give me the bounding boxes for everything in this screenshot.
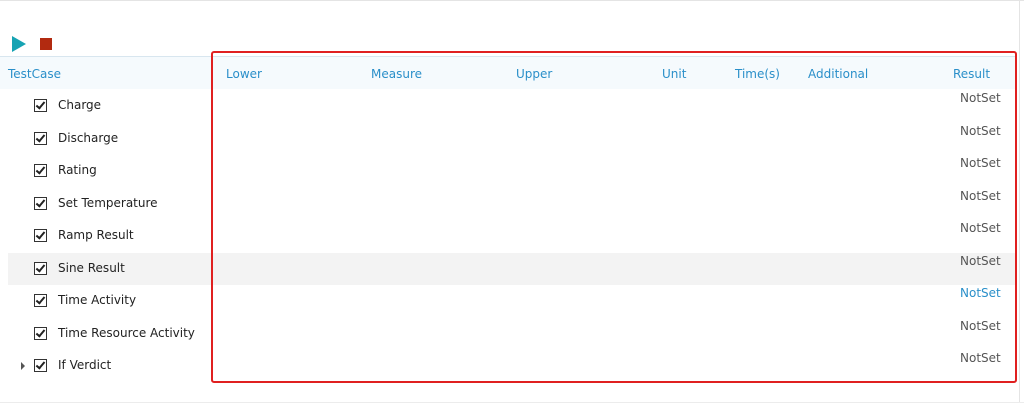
testcase-label: Rating	[58, 163, 97, 177]
column-header-unit[interactable]: Unit	[662, 67, 686, 81]
testcase-label: Discharge	[58, 130, 119, 145]
checkmark-icon	[35, 359, 46, 370]
result-cell: NotSet	[960, 91, 1001, 105]
tree-row[interactable]: Sine Result	[0, 252, 210, 284]
testcase-checkbox[interactable]	[34, 294, 47, 307]
checkmark-icon	[35, 99, 46, 110]
checkmark-icon	[35, 294, 46, 305]
checkmark-icon	[35, 229, 46, 240]
tree-row[interactable]: Time Activity	[0, 284, 210, 316]
checkmark-icon	[35, 326, 46, 338]
testcase-checkbox[interactable]	[34, 164, 47, 177]
column-header-lower[interactable]: Lower	[226, 67, 262, 81]
right-border	[1019, 0, 1020, 403]
result-cell[interactable]: NotSet	[960, 286, 1001, 300]
tree-row[interactable]: If Verdict	[0, 349, 210, 381]
testcase-checkbox[interactable]	[34, 359, 47, 372]
top-border	[0, 0, 1024, 1]
result-cell: NotSet	[960, 221, 1001, 235]
expand-arrow-icon[interactable]	[21, 362, 25, 370]
testcase-checkbox[interactable]	[34, 229, 47, 242]
checkmark-icon	[35, 261, 46, 273]
tree-row[interactable]: Rating	[0, 154, 210, 186]
testcase-label: Ramp Result	[58, 228, 134, 242]
testcase-checkbox[interactable]	[34, 261, 47, 275]
column-header-measure[interactable]: Measure	[371, 67, 422, 81]
testcase-label: Time Activity	[58, 293, 137, 307]
testcase-label: If Verdict	[58, 358, 112, 372]
column-header-result[interactable]: Result	[953, 67, 990, 81]
tree-row[interactable]: Ramp Result	[0, 219, 210, 251]
play-icon[interactable]	[12, 36, 26, 52]
testcase-checkbox[interactable]	[34, 99, 47, 112]
column-header-testcase[interactable]: TestCase	[8, 67, 61, 81]
result-cell: NotSet	[960, 156, 1001, 170]
testcase-label: Set Temperature	[58, 195, 158, 210]
result-cell: NotSet	[960, 123, 1001, 138]
column-header-additional[interactable]: Additional	[808, 67, 868, 81]
result-cell: NotSet	[960, 188, 1001, 203]
tree-row[interactable]: Set Temperature	[0, 187, 210, 219]
testcase-checkbox[interactable]	[34, 326, 47, 340]
tree-row[interactable]: Charge	[0, 89, 210, 121]
testcase-label: Time Resource Activity	[58, 325, 195, 340]
stop-icon[interactable]	[40, 38, 52, 50]
result-cell: NotSet	[960, 318, 1001, 333]
checkmark-icon	[35, 196, 46, 208]
tree-row[interactable]: Time Resource Activity	[0, 317, 210, 349]
checkmark-icon	[35, 164, 46, 175]
testcase-label: Sine Result	[58, 260, 125, 275]
testcase-label: Charge	[58, 98, 102, 112]
column-header-upper[interactable]: Upper	[516, 67, 552, 81]
highlight-annotation-box	[211, 51, 1017, 383]
testcase-checkbox[interactable]	[34, 196, 47, 210]
checkmark-icon	[35, 131, 46, 143]
result-cell: NotSet	[960, 253, 1001, 268]
column-header-time[interactable]: Time(s)	[735, 67, 780, 81]
result-cell: NotSet	[960, 351, 1001, 365]
testcase-checkbox[interactable]	[34, 131, 47, 145]
tree-row[interactable]: Discharge	[0, 122, 210, 154]
